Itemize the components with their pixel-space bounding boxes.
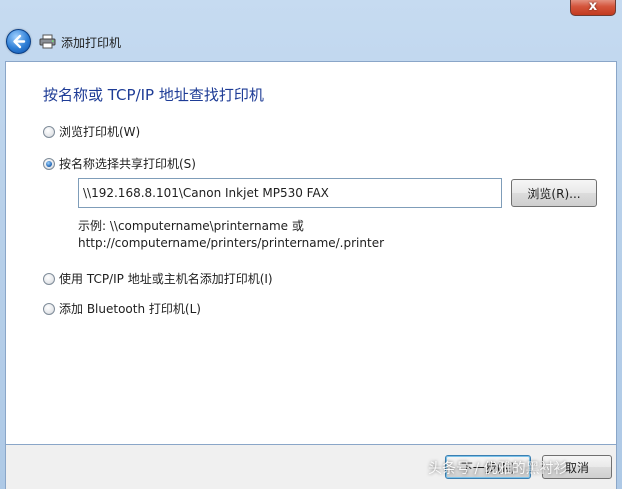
option-browse-printers[interactable]: 浏览打印机(W) xyxy=(43,123,140,140)
example-text: 示例: \\computername\printername 或 http://… xyxy=(78,218,384,252)
window-frame: x 添加打印机 按名称或 TCP/IP 地址查找打印机 浏览打印机(W) 按名称… xyxy=(0,0,622,489)
option-select-shared-printer[interactable]: 按名称选择共享打印机(S) xyxy=(43,155,196,172)
radio-bluetooth[interactable] xyxy=(43,302,55,315)
back-button[interactable] xyxy=(6,29,31,54)
radio-tcpip[interactable] xyxy=(43,272,55,285)
close-icon: x xyxy=(588,0,598,14)
dialog-content: 按名称或 TCP/IP 地址查找打印机 浏览打印机(W) 按名称选择共享打印机(… xyxy=(5,61,617,445)
option-label: 使用 TCP/IP 地址或主机名添加打印机(I) xyxy=(59,272,273,286)
close-button[interactable]: x xyxy=(570,0,616,16)
option-label: 添加 Bluetooth 打印机(L) xyxy=(59,302,201,316)
example-line-1: 示例: \\computername\printername 或 xyxy=(78,219,304,233)
browse-button[interactable]: 浏览(R)... xyxy=(511,179,597,207)
option-label: 按名称选择共享打印机(S) xyxy=(59,157,196,171)
watermark: 头条号 / 优雅的黑衬衫 xyxy=(428,461,568,477)
page-heading: 按名称或 TCP/IP 地址查找打印机 xyxy=(43,86,264,104)
option-bluetooth[interactable]: 添加 Bluetooth 打印机(L) xyxy=(43,300,201,317)
example-line-2: http://computername/printers/printername… xyxy=(78,236,385,250)
radio-shared-printer[interactable] xyxy=(43,157,55,170)
option-tcpip[interactable]: 使用 TCP/IP 地址或主机名添加打印机(I) xyxy=(43,270,273,287)
printer-icon xyxy=(39,34,56,49)
printer-path-input[interactable] xyxy=(78,178,502,208)
option-label: 浏览打印机(W) xyxy=(59,125,141,139)
window-title: 添加打印机 xyxy=(61,36,122,50)
radio-browse[interactable] xyxy=(43,125,55,138)
arrow-left-icon xyxy=(13,34,26,49)
